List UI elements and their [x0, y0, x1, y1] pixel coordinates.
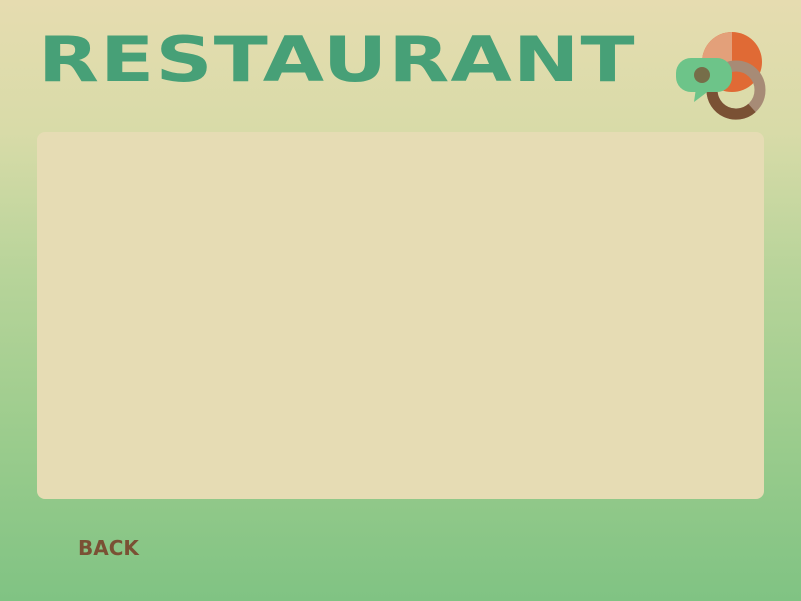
bubble-dot-icon: [694, 67, 710, 83]
game-screen: RESTAURANT BACK: [0, 0, 801, 601]
ring-segment-icon: [706, 89, 756, 120]
content-panel: [37, 132, 764, 499]
page-title: RESTAURANT: [38, 23, 636, 97]
back-button[interactable]: BACK: [70, 532, 147, 564]
restaurant-logo-icon: [672, 32, 768, 124]
logo-graphic: [676, 32, 766, 120]
